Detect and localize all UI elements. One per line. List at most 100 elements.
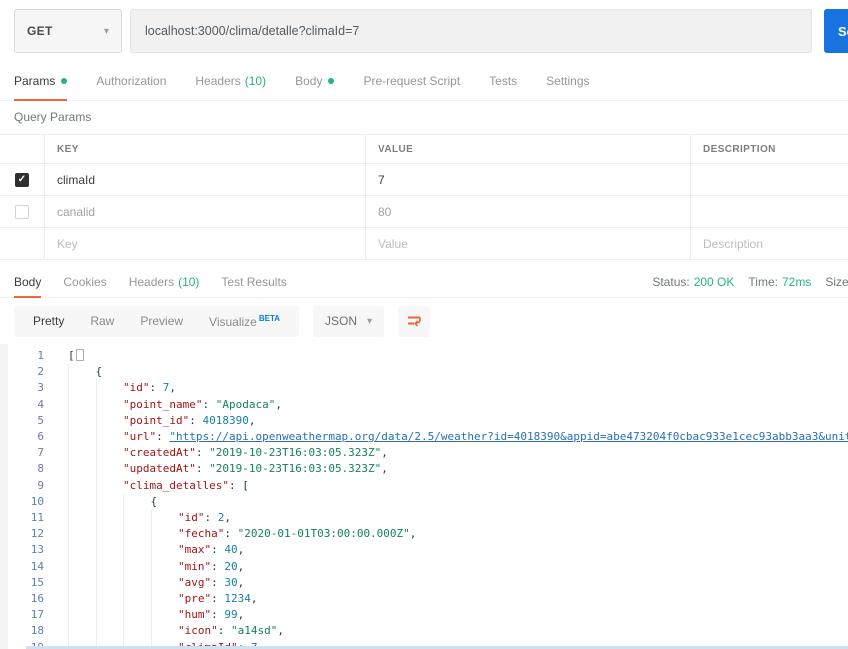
view-preview[interactable]: Preview [127,314,196,328]
response-tab-body[interactable]: Body [14,266,41,297]
request-tabs: Params Authorization Headers (10) Body P… [0,62,848,101]
status-label: Status: [652,275,689,289]
param-value-field[interactable]: 7 [365,164,690,195]
view-pretty[interactable]: Pretty [20,314,77,328]
response-tab-headers[interactable]: Headers (10) [129,266,200,297]
param-checkbox[interactable] [15,205,29,219]
time-label: Time: [748,275,778,289]
response-toolbar: Pretty Raw Preview VisualizeBETA JSON ▾ [0,298,848,344]
tab-settings[interactable]: Settings [546,62,589,100]
request-url-bar: GET ▾ Send [0,0,848,62]
code-line: 10 { [0,494,848,510]
tab-headers[interactable]: Headers (10) [195,62,266,100]
header-checkbox-cell [0,135,44,163]
tab-authorization[interactable]: Authorization [96,62,166,100]
line-number: 7 [0,445,44,461]
code-line: 12 "fecha": "2020-01-01T03:00:00.000Z", [0,526,848,542]
tab-params-label: Params [14,74,55,88]
table-row: climaId 7 [0,164,848,196]
column-header-description: DESCRIPTION [690,135,848,163]
param-description-field[interactable] [690,164,848,195]
response-tab-body-label: Body [14,275,41,289]
beta-badge: BETA [259,314,280,323]
method-select[interactable]: GET ▾ [14,9,122,53]
response-tab-cookies-label: Cookies [63,275,106,289]
line-number: 16 [0,591,44,607]
params-active-dot-icon [61,78,67,84]
tab-body-label: Body [295,74,322,88]
response-headers-count: (10) [178,275,199,289]
code-line: 1[ [0,348,848,364]
param-key-field[interactable]: canalid [44,196,365,227]
method-label: GET [27,24,53,38]
param-checkbox[interactable] [15,173,29,187]
response-tab-test-results-label: Test Results [221,275,286,289]
query-params-header-row: KEY VALUE DESCRIPTION [0,135,848,164]
tab-tests-label: Tests [489,74,517,88]
status-badge: 200 OK [694,275,735,289]
language-label: JSON [325,314,357,328]
response-tab-cookies[interactable]: Cookies [63,266,106,297]
wrap-lines-button[interactable] [398,306,430,337]
view-visualize[interactable]: VisualizeBETA [196,314,293,329]
tab-pre-request-script[interactable]: Pre-request Script [363,62,460,100]
line-number: 5 [0,413,44,429]
table-row: Key Value Description [0,228,848,259]
param-key-field[interactable]: climaId [44,164,365,195]
code-line: 3 "id": 7, [0,380,848,396]
line-number: 14 [0,559,44,575]
view-raw[interactable]: Raw [77,314,127,328]
line-number: 15 [0,575,44,591]
code-line: 17 "hum": 99, [0,607,848,623]
tab-params[interactable]: Params [14,62,67,100]
response-body-editor[interactable]: 1[2 {3 "id": 7,4 "point_name": "Apodaca"… [0,344,848,649]
send-button[interactable]: Send [824,9,848,53]
response-meta-bar: Body Cookies Headers (10) Test Results S… [0,266,848,298]
code-line: 8 "updatedAt": "2019-10-23T16:03:05.323Z… [0,461,848,477]
code-line: 9 "clima_detalles": [ [0,478,848,494]
line-number: 18 [0,623,44,639]
url-input[interactable] [130,9,812,53]
response-tab-headers-label: Headers [129,275,174,289]
param-key-placeholder[interactable]: Key [44,228,365,259]
code-line: 13 "max": 40, [0,542,848,558]
line-number: 12 [0,526,44,542]
time-value: 72ms [782,275,811,289]
language-select[interactable]: JSON ▾ [313,306,384,337]
code-line: 7 "createdAt": "2019-10-23T16:03:05.323Z… [0,445,848,461]
tab-body[interactable]: Body [295,62,334,100]
query-params-title: Query Params [0,101,848,134]
param-description-placeholder[interactable]: Description [690,228,848,259]
tab-authorization-label: Authorization [96,74,166,88]
editor-cursor [76,349,84,361]
code-line: 16 "pre": 1234, [0,591,848,607]
code-lines: 1[2 {3 "id": 7,4 "point_name": "Apodaca"… [0,348,848,649]
line-number: 10 [0,494,44,510]
param-value-placeholder[interactable]: Value [365,228,690,259]
tab-tests[interactable]: Tests [489,62,517,100]
view-switcher: Pretty Raw Preview VisualizeBETA [14,306,299,337]
chevron-down-icon: ▾ [367,316,372,327]
table-row: canalid 80 [0,196,848,228]
line-number: 6 [0,429,44,445]
tab-settings-label: Settings [546,74,589,88]
line-number: 13 [0,542,44,558]
tab-headers-label: Headers [195,74,240,88]
tab-pre-request-label: Pre-request Script [363,74,460,88]
line-number: 17 [0,607,44,623]
response-tab-test-results[interactable]: Test Results [221,266,286,297]
size-label: Size: [825,275,848,289]
wrap-lines-icon [405,313,423,329]
response-stats: Status: 200 OK Time: 72ms Size: [638,266,848,297]
param-description-field[interactable] [690,196,848,227]
column-header-value: VALUE [365,135,690,163]
param-value-field[interactable]: 80 [365,196,690,227]
code-line: 15 "avg": 30, [0,575,848,591]
line-number: 8 [0,461,44,477]
query-params-table: KEY VALUE DESCRIPTION climaId 7 canalid … [0,134,848,260]
line-number: 4 [0,397,44,413]
line-number: 1 [0,348,44,364]
line-number: 2 [0,364,44,380]
code-line: 18 "icon": "a14sd", [0,623,848,639]
code-line: 14 "min": 20, [0,559,848,575]
